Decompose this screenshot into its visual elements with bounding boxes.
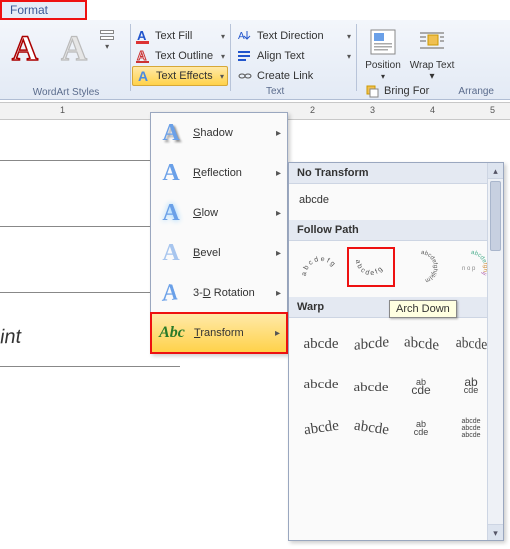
transform-gallery: No Transform abcde Follow Path a b c d e… [288,162,504,541]
dropdown-arrow-icon: ▾ [221,32,225,41]
create-link-button[interactable]: Create Link [234,66,354,86]
arch-down-icon: a b c d e f g [352,250,390,284]
bevel-icon: A [157,239,185,267]
create-link-label: Create Link [257,70,313,82]
warp-option[interactable]: abcde [397,366,445,406]
wrap-text-label: Wrap Text [410,60,455,71]
align-text-label: Align Text [257,50,305,62]
divider [356,24,357,91]
warp-option[interactable]: abcde [397,408,445,448]
dropdown-arrow-icon: ▾ [347,32,351,41]
ribbon: A A ▾ WordArt Styles A Text Fill ▾ A Tex… [0,20,510,100]
svg-text:abcdefghij: abcdefghij [471,250,488,276]
warp-option[interactable]: abcde [347,324,395,364]
text-direction-icon: A [237,28,253,44]
position-label: Position [360,60,406,71]
wordart-style-gray[interactable]: A [51,26,97,70]
transform-icon: Abc [158,319,186,347]
warp-option[interactable]: abcde [297,324,345,364]
svg-text:A: A [137,48,147,63]
scroll-down-button[interactable]: ▾ [488,524,503,540]
shadow-icon: A [157,119,185,147]
no-transform-option[interactable]: abcde [289,184,503,220]
text-effects-label: Text Effects [156,70,213,82]
position-button[interactable]: Position ▾ [360,26,406,82]
text-direction-button[interactable]: A Text Direction ▾ [234,26,354,46]
warp-option[interactable]: abcde [297,408,345,448]
svg-text:A: A [138,68,148,84]
svg-text:abcdefghijklm: abcdefghijklm [421,250,438,283]
link-icon [237,68,253,84]
svg-text:a b c d e f g: a b c d e f g [302,256,336,276]
dropdown-arrow-icon: ▾ [220,72,224,81]
button-icon: abcdefghijn o p [452,250,490,284]
menu-item-transform[interactable]: Abc Transform▸ [151,313,287,353]
align-text-icon [237,48,253,64]
gallery-scrollbar[interactable]: ▴ ▾ [487,163,503,540]
position-icon [367,26,399,58]
warp-option[interactable]: abcde [347,366,395,406]
text-group: A Text Direction ▾ Align Text ▾ Create L… [234,26,354,86]
reflection-icon: A [157,159,185,187]
document-text: int [0,326,22,350]
text-outline-icon: A [135,48,151,64]
text-fill-icon: A [135,28,151,44]
text-effects-button[interactable]: A Text Effects ▾ [132,66,228,86]
bring-forward-button[interactable]: Bring For [362,82,434,100]
wrap-text-icon [416,26,448,58]
follow-path-arch-up[interactable]: a b c d e f g [297,247,345,287]
rotation-icon: A [157,279,185,307]
arrange-group-label: Arrange [458,86,494,97]
follow-path-arch-down[interactable]: a b c d e f g [347,247,395,287]
scroll-up-button[interactable]: ▴ [488,163,503,179]
warp-option[interactable]: abcde [397,324,445,364]
align-text-button[interactable]: Align Text ▾ [234,46,354,66]
scroll-thumb[interactable] [490,181,501,251]
text-fill-button[interactable]: A Text Fill ▾ [132,26,228,46]
svg-text:A: A [137,28,147,43]
bring-forward-label: Bring For [384,85,429,97]
menu-item-reflection[interactable]: A Reflection▸ [151,153,287,193]
text-effects-icon: A [136,68,152,84]
circle-icon: abcdefghijklm [402,250,440,284]
follow-path-circle[interactable]: abcdefghijklm [397,247,445,287]
text-outline-button[interactable]: A Text Outline ▾ [132,46,228,66]
wordart-styles-group: A A ▾ WordArt Styles [2,26,130,98]
text-style-column: A Text Fill ▾ A Text Outline ▾ A Text Ef… [132,26,228,86]
divider [130,24,131,91]
wordart-group-label: WordArt Styles [2,87,130,98]
format-tab-label: Format [10,3,48,17]
wordart-gallery-expand[interactable]: ▾ [100,30,114,51]
text-direction-label: Text Direction [257,30,324,42]
text-outline-label: Text Outline [155,50,213,62]
dropdown-arrow-icon: ▾ [347,52,351,61]
text-effects-menu: A Shadow▸ A Reflection▸ A Glow▸ A Bevel▸… [150,112,288,354]
menu-item-3d-rotation[interactable]: A 3-D Rotation▸ [151,273,287,313]
wrap-text-button[interactable]: Wrap Text ▾ [409,26,455,82]
text-group-label: Text [266,86,284,97]
glow-icon: A [157,199,185,227]
wordart-style-red[interactable]: A [2,26,48,70]
menu-item-glow[interactable]: A Glow▸ [151,193,287,233]
text-fill-label: Text Fill [155,30,192,42]
tooltip-arch-down: Arch Down [389,300,457,318]
warp-option[interactable]: abcde [347,408,395,448]
svg-text:n o p: n o p [462,266,476,272]
arch-up-icon: a b c d e f g [302,250,340,284]
shape-edge [0,366,180,367]
menu-item-shadow[interactable]: A Shadow▸ [151,113,287,153]
svg-text:a b c d e f g: a b c d e f g [354,259,384,277]
bring-forward-icon [364,83,380,99]
menu-item-bevel[interactable]: A Bevel▸ [151,233,287,273]
divider [230,24,231,91]
warp-option[interactable]: abcde [297,366,345,406]
gallery-header-no-transform: No Transform [289,163,503,184]
dropdown-arrow-icon: ▾ [221,52,225,61]
gallery-header-follow-path: Follow Path [289,220,503,241]
